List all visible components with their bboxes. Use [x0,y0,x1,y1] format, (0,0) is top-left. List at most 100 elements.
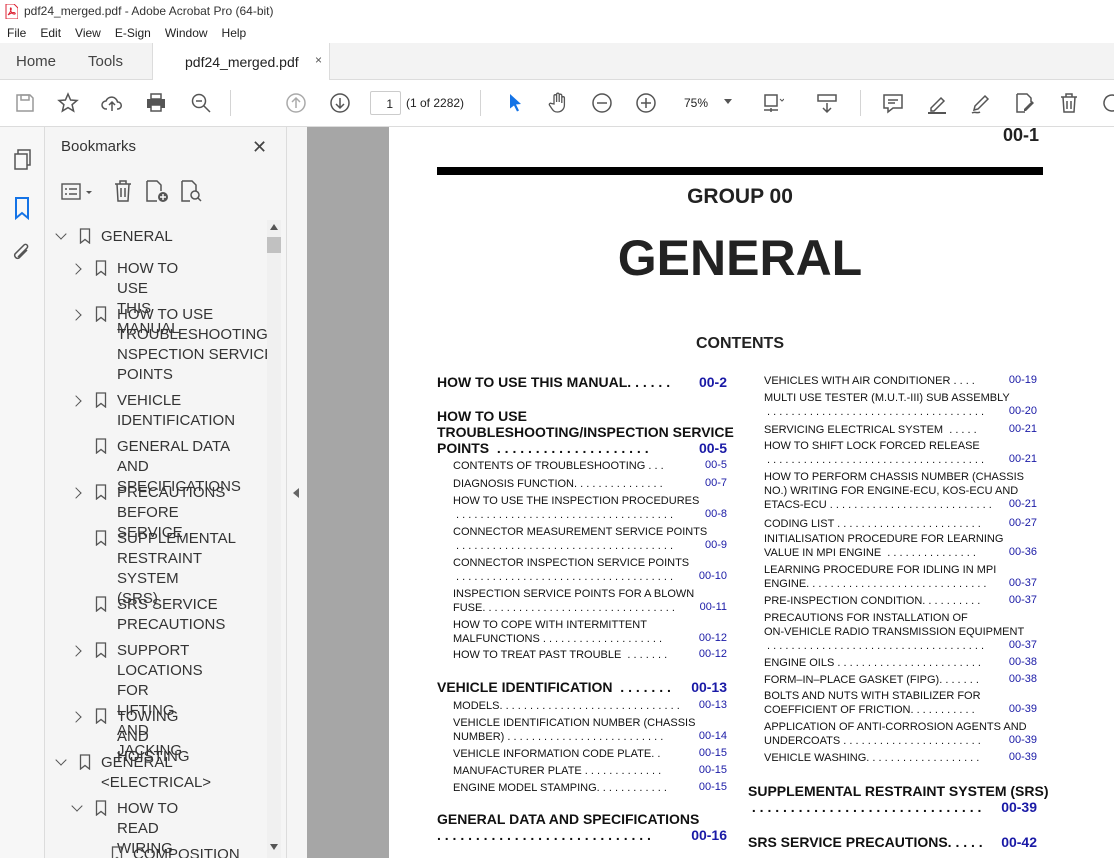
toc-page-link[interactable]: 00-37 [997,577,1037,589]
select-cursor-icon[interactable] [503,91,527,115]
toc-entry[interactable]: CONTENTS OF TROUBLESHOOTING . . . [453,459,664,473]
toc-page-link[interactable]: 00-15 [687,764,727,776]
chevron-right-icon[interactable] [70,309,82,321]
zoom-search-icon[interactable] [189,91,213,115]
toc-entry[interactable]: CODING LIST . . . . . . . . . . . . . . … [764,517,981,531]
scroll-mode-icon[interactable] [815,91,839,115]
chevron-down-icon[interactable] [55,754,67,766]
toc-page-link[interactable]: 00-15 [687,781,727,793]
toc-entry[interactable]: VEHICLES WITH AIR CONDITIONER . . . . [764,374,975,388]
toc-page-link[interactable]: 00-16 [687,827,727,843]
page-number-input[interactable]: 1 [370,91,401,115]
toc-entry[interactable]: HOW TO COPE WITH INTERMITTENT MALFUNCTIO… [453,618,662,646]
document-viewer[interactable]: 00-1 GROUP 00 GENERAL CONTENTS HOW TO US… [307,127,1114,858]
toc-page-link[interactable]: 00-12 [687,648,727,660]
toc-page-link[interactable]: 00-21 [997,453,1037,465]
previous-page-icon[interactable] [284,91,308,115]
new-bookmark-icon[interactable] [144,179,170,203]
toc-entry[interactable]: INSPECTION SERVICE POINTS FOR A BLOWN FU… [453,587,694,615]
toc-entry[interactable]: SRS SERVICE PRECAUTIONS. . . . . [748,834,983,850]
chevron-right-icon[interactable] [70,487,82,499]
toc-page-link[interactable]: 00-10 [687,570,727,582]
chevron-right-icon[interactable] [70,645,82,657]
star-icon[interactable] [56,91,80,115]
toc-entry[interactable]: GENERAL DATA AND SPECIFICATIONS . . . . … [437,811,699,843]
chevron-right-icon[interactable] [70,711,82,723]
toc-entry[interactable]: INITIALISATION PROCEDURE FOR LEARNING VA… [764,532,1003,560]
save-icon[interactable] [13,91,37,115]
toc-page-link[interactable]: 00-2 [687,374,727,390]
chevron-down-icon[interactable] [55,228,67,240]
zoom-level-select[interactable]: 75% [684,96,708,110]
toc-entry[interactable]: PRECAUTIONS FOR INSTALLATION OF ON-VEHIC… [764,611,1024,653]
bookmarks-scrollbar[interactable] [267,220,281,858]
toc-page-link[interactable]: 00-38 [997,673,1037,685]
toc-page-link[interactable]: 00-27 [997,517,1037,529]
edit-text-icon[interactable] [1013,91,1037,115]
toc-page-link[interactable]: 00-19 [997,374,1037,386]
scroll-up-arrow[interactable] [270,224,278,230]
toc-entry[interactable]: HOW TO PERFORM CHASSIS NUMBER (CHASSIS N… [764,470,1024,512]
toc-entry[interactable]: PRE-INSPECTION CONDITION. . . . . . . . … [764,594,980,608]
toc-entry[interactable]: HOW TO USE THE INSPECTION PROCEDURES . .… [453,494,699,522]
scrollbar-thumb[interactable] [267,237,281,253]
menu-edit[interactable]: Edit [33,26,68,40]
menu-window[interactable]: Window [158,26,215,40]
find-bookmark-icon[interactable] [179,179,203,203]
toc-page-link[interactable]: 00-21 [997,498,1037,510]
toc-entry[interactable]: ENGINE MODEL STAMPING. . . . . . . . . .… [453,781,667,795]
chevron-right-icon[interactable] [70,395,82,407]
toc-page-link[interactable]: 00-39 [997,799,1037,815]
collapse-arrow-icon[interactable] [293,488,299,498]
tab-tools[interactable]: Tools [88,53,123,70]
page-thumbnails-icon[interactable] [12,148,34,172]
rotate-icon[interactable] [1100,91,1114,115]
draw-signature-icon[interactable] [969,91,993,115]
chevron-right-icon[interactable] [70,263,82,275]
toc-page-link[interactable]: 00-37 [997,594,1037,606]
toc-page-link[interactable]: 00-21 [997,423,1037,435]
hand-tool-icon[interactable] [546,91,570,115]
toc-entry[interactable]: VEHICLE INFORMATION CODE PLATE. . [453,747,660,761]
chevron-down-icon[interactable] [724,99,732,104]
toc-page-link[interactable]: 00-13 [687,679,727,695]
page-fit-icon[interactable] [760,91,785,115]
toc-entry[interactable]: VEHICLE IDENTIFICATION NUMBER (CHASSIS N… [453,716,695,744]
toc-page-link[interactable]: 00-36 [997,546,1037,558]
next-page-icon[interactable] [328,91,352,115]
toc-entry[interactable]: APPLICATION OF ANTI-CORROSION AGENTS AND… [764,720,1027,748]
toc-entry[interactable]: LEARNING PROCEDURE FOR IDLING IN MPI ENG… [764,563,996,591]
chevron-down-icon[interactable] [71,800,83,812]
print-icon[interactable] [144,91,168,115]
toc-page-link[interactable]: 00-12 [687,632,727,644]
toc-entry[interactable]: FORM–IN–PLACE GASKET (FIPG). . . . . . . [764,673,979,687]
tab-home[interactable]: Home [16,53,56,70]
toc-page-link[interactable]: 00-7 [687,477,727,489]
toc-page-link[interactable]: 00-9 [687,539,727,551]
toc-page-link[interactable]: 00-37 [997,639,1037,651]
toc-entry[interactable]: DIAGNOSIS FUNCTION. . . . . . . . . . . … [453,477,663,491]
menu-file[interactable]: File [0,26,33,40]
toc-entry[interactable]: HOW TO USE THIS MANUAL. . . . . . [437,374,670,390]
close-tab-icon[interactable]: × [315,53,322,67]
comment-icon[interactable] [881,91,905,115]
toc-entry[interactable]: CONNECTOR MEASUREMENT SERVICE POINTS . .… [453,525,707,553]
tab-document[interactable]: pdf24_merged.pdf × [152,43,330,81]
toc-entry[interactable]: HOW TO SHIFT LOCK FORCED RELEASE . . . .… [764,439,984,467]
attachments-icon[interactable] [11,241,33,267]
toc-entry[interactable]: ENGINE OILS . . . . . . . . . . . . . . … [764,656,981,670]
upload-cloud-icon[interactable] [100,91,124,115]
toc-entry[interactable]: BOLTS AND NUTS WITH STABILIZER FOR COEFF… [764,689,981,717]
menu-help[interactable]: Help [215,26,254,40]
toc-entry[interactable]: VEHICLE WASHING. . . . . . . . . . . . .… [764,751,979,765]
toc-page-link[interactable]: 00-39 [997,734,1037,746]
zoom-out-icon[interactable] [590,91,614,115]
toc-page-link[interactable]: 00-14 [687,730,727,742]
toc-page-link[interactable]: 00-13 [687,699,727,711]
options-menu-icon[interactable] [61,181,95,203]
toc-page-link[interactable]: 00-15 [687,747,727,759]
menu-esign[interactable]: E-Sign [108,26,158,40]
toc-entry[interactable]: VEHICLE IDENTIFICATION . . . . . . . [437,679,671,695]
toc-entry[interactable]: HOW TO TREAT PAST TROUBLE . . . . . . . [453,648,667,662]
toc-page-link[interactable]: 00-42 [997,834,1037,850]
